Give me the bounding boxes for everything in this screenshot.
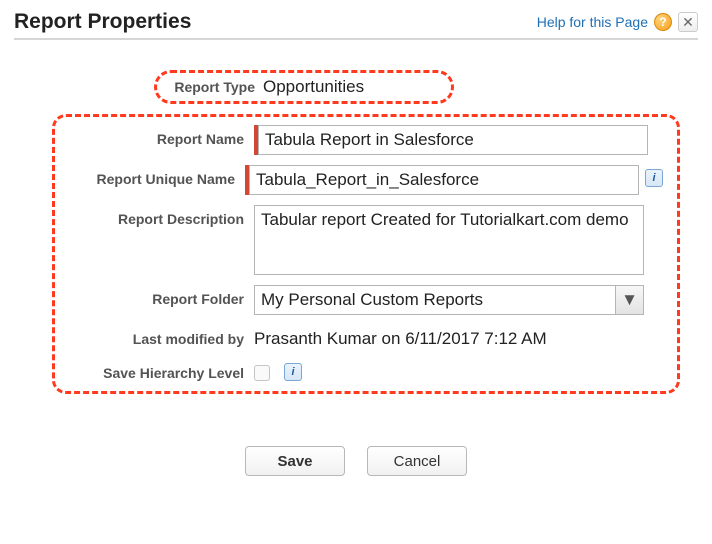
form-highlight: Report Name Report Unique Name i Report … (52, 114, 680, 394)
report-unique-name-input[interactable] (249, 165, 639, 195)
help-icon[interactable]: ? (654, 13, 672, 31)
last-modified-label: Last modified by (59, 325, 254, 347)
report-description-label: Report Description (59, 205, 254, 227)
report-description-input[interactable]: Tabular report Created for Tutorialkart.… (254, 205, 644, 275)
report-unique-name-label: Report Unique Name (59, 165, 245, 187)
titlebar-actions: Help for this Page ? ✕ (537, 12, 698, 32)
report-name-label: Report Name (59, 125, 254, 147)
report-folder-selected: My Personal Custom Reports (255, 290, 489, 310)
row-report-description: Report Description Tabular report Create… (59, 205, 663, 275)
info-icon[interactable]: i (645, 169, 663, 187)
close-icon[interactable]: ✕ (678, 12, 698, 32)
report-folder-select[interactable]: My Personal Custom Reports ▼ (254, 285, 644, 315)
info-icon[interactable]: i (284, 363, 302, 381)
row-report-unique-name: Report Unique Name i (59, 165, 663, 195)
report-type-highlight: Report Type Opportunities (154, 70, 454, 104)
dialog-title: Report Properties (14, 10, 191, 34)
report-folder-label: Report Folder (59, 285, 254, 307)
save-button[interactable]: Save (245, 446, 345, 476)
row-save-hierarchy: Save Hierarchy Level i (59, 359, 663, 381)
report-name-input[interactable] (258, 125, 648, 155)
dialog-content: Report Type Opportunities Report Name Re… (14, 70, 698, 476)
help-link[interactable]: Help for this Page (537, 14, 648, 30)
chevron-down-icon: ▼ (615, 286, 643, 314)
button-bar: Save Cancel (14, 446, 698, 476)
row-report-folder: Report Folder My Personal Custom Reports… (59, 285, 663, 315)
row-last-modified: Last modified by Prasanth Kumar on 6/11/… (59, 325, 663, 349)
report-properties-dialog: Report Properties Help for this Page ? ✕… (0, 0, 712, 544)
save-hierarchy-checkbox[interactable] (254, 365, 270, 381)
report-type-label: Report Type (163, 79, 263, 95)
cancel-button[interactable]: Cancel (367, 446, 467, 476)
last-modified-value: Prasanth Kumar on 6/11/2017 7:12 AM (254, 325, 547, 349)
titlebar: Report Properties Help for this Page ? ✕ (14, 10, 698, 40)
save-hierarchy-label: Save Hierarchy Level (59, 359, 254, 381)
report-type-value: Opportunities (263, 77, 364, 97)
row-report-name: Report Name (59, 125, 663, 155)
